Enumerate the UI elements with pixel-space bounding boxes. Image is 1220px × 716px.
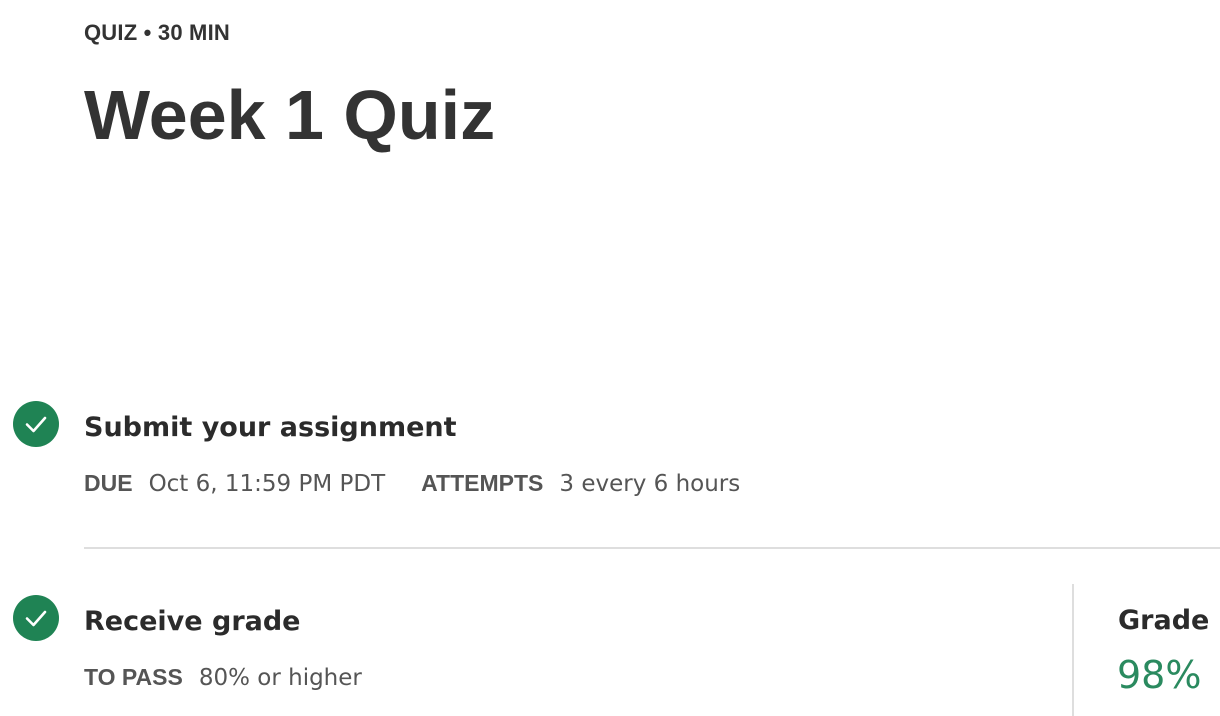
- due-value: Oct 6, 11:59 PM PDT: [148, 471, 386, 497]
- check-circle-icon: [13, 401, 59, 447]
- check-circle-icon: [13, 595, 59, 641]
- quiz-type-duration: QUIZ • 30 MIN: [84, 20, 230, 45]
- to-pass-label: TO PASS: [84, 664, 183, 690]
- section-divider: [84, 547, 1220, 549]
- attempts-value: 3 every 6 hours: [559, 471, 741, 497]
- grade-requirement-meta: TO PASS 80% or higher: [84, 664, 362, 691]
- attempts-label: ATTEMPTS: [421, 470, 544, 496]
- assignment-meta: DUE Oct 6, 11:59 PM PDT ATTEMPTS 3 every…: [84, 470, 740, 497]
- grade-value: 98%: [1117, 653, 1202, 697]
- step-title: Submit your assignment: [84, 412, 457, 443]
- page-title: Week 1 Quiz: [84, 76, 496, 154]
- to-pass-value: 80% or higher: [198, 665, 362, 691]
- step-title: Receive grade: [84, 606, 301, 637]
- grade-label: Grade: [1118, 605, 1210, 636]
- grade-divider: [1072, 584, 1074, 716]
- due-label: DUE: [84, 470, 133, 496]
